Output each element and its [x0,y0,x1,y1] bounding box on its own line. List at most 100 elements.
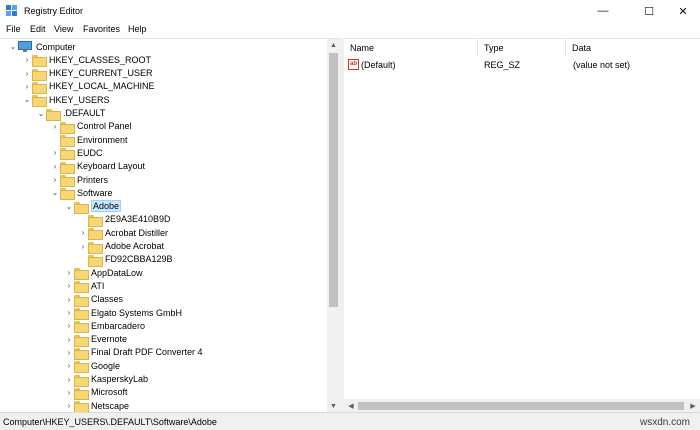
tree-node-label: Embarcadero [91,320,146,331]
collapse-chevron-icon[interactable]: › [64,308,74,317]
column-header-type[interactable]: Type [478,39,566,56]
tree-node[interactable]: ⌄ Computer [8,40,76,53]
tree-node-label: HKEY_CLASSES_ROOT [49,54,152,65]
tree-node[interactable]: › ATI [64,279,105,294]
folder-icon [60,161,75,174]
collapse-chevron-icon[interactable]: › [22,55,32,64]
status-bar: Computer\HKEY_USERS\.DEFAULT\Software\Ad… [0,412,700,430]
collapse-chevron-icon[interactable]: › [64,268,74,277]
tree-node[interactable]: Environment [50,133,128,148]
values-list[interactable]: Name Type Data ab (Default) REG_SZ (valu… [344,38,700,413]
string-value-icon: ab [348,59,359,70]
expand-chevron-icon[interactable]: ⌄ [8,42,18,51]
column-header-data[interactable]: Data [566,39,700,56]
expand-chevron-icon[interactable]: ⌄ [64,202,74,211]
collapse-chevron-icon[interactable]: › [50,148,60,157]
registry-editor-icon [6,5,17,16]
tree-node[interactable]: ⌄ .DEFAULT [36,107,105,121]
folder-icon [74,280,89,294]
expand-chevron-icon[interactable]: ⌄ [50,188,60,197]
folder-icon [74,334,89,347]
menu-edit[interactable]: Edit [29,24,47,34]
tree-node[interactable]: › Keyboard Layout [50,160,146,174]
collapse-chevron-icon[interactable]: › [64,348,74,357]
tree-node[interactable]: ⌄ HKEY_USERS [22,93,110,108]
tree-node-label: HKEY_CURRENT_USER [49,68,153,79]
tree-node[interactable]: › Final Draft PDF Converter 4 [64,346,203,360]
tree-node[interactable]: ⌄ Software [50,186,113,201]
tree-node[interactable]: › Printers [50,173,109,187]
collapse-chevron-icon[interactable]: › [78,228,88,237]
tree-node[interactable]: › Google [64,359,120,374]
collapse-chevron-icon[interactable]: › [78,242,88,251]
tree-node-label: Keyboard Layout [77,161,146,172]
tree-scroll-thumb[interactable] [329,53,338,307]
maximize-button[interactable]: ☐ [630,0,668,22]
tree-node[interactable]: ⌄ Adobe [64,200,122,214]
tree-node-label: Software [77,187,113,198]
collapse-chevron-icon[interactable]: › [22,82,32,91]
tree-node[interactable]: › HKEY_CURRENT_USER [22,67,153,81]
collapse-chevron-icon[interactable]: › [64,375,74,384]
tree-node-label: FD92CBBA129B [105,254,173,265]
tree-node[interactable]: › Elgato Systems GmbH [64,306,182,320]
collapse-chevron-icon[interactable]: › [64,335,74,344]
values-scroll-thumb[interactable] [358,402,684,410]
scroll-left-icon[interactable]: ◀ [344,399,358,413]
values-horizontal-scrollbar[interactable]: ◀ ▶ [344,399,700,413]
computer-icon [18,41,32,52]
menu-favorites[interactable]: Favorites [82,24,121,34]
tree-node[interactable]: › Embarcadero [64,319,146,334]
tree-node-label: ATI [91,280,105,291]
tree-node[interactable]: › HKEY_CLASSES_ROOT [22,53,152,68]
tree-node[interactable]: › Control Panel [50,120,132,134]
maximize-icon: ☐ [644,5,654,18]
folder-icon [74,320,89,334]
menu-help[interactable]: Help [127,24,148,34]
menu-view[interactable]: View [53,24,74,34]
folder-icon [74,374,89,387]
collapse-chevron-icon[interactable]: › [22,69,32,78]
expand-chevron-icon[interactable]: ⌄ [36,109,46,118]
title-bar: Registry Editor — ☐ ✕ [0,0,700,22]
tree-node[interactable]: › Netscape [64,399,129,412]
tree-node[interactable]: › EUDC [50,146,103,161]
scroll-right-icon[interactable]: ▶ [686,399,700,413]
collapse-chevron-icon[interactable]: › [64,361,74,370]
tree-node[interactable]: › Evernote [64,333,127,347]
scroll-down-icon[interactable]: ▼ [327,400,340,412]
folder-icon [46,108,61,121]
registry-tree[interactable]: ⌄ Computer › HKEY_CLASSES_ROOT › HKEY_CURRENT… [0,38,340,412]
tree-node[interactable]: › Acrobat Distiller [78,226,168,241]
close-button[interactable]: ✕ [664,0,700,22]
collapse-chevron-icon[interactable]: › [50,122,60,131]
collapse-chevron-icon[interactable]: › [64,281,74,290]
menu-bar: File Edit View Favorites Help [0,22,700,38]
collapse-chevron-icon[interactable]: › [50,175,60,184]
tree-node[interactable]: › Adobe Acrobat [78,240,164,254]
tree-node[interactable]: › AppDataLow [64,266,143,281]
tree-node[interactable]: › HKEY_LOCAL_MACHINE [22,80,155,94]
tree-vertical-scrollbar[interactable]: ▲ ▼ [327,39,340,412]
tree-node[interactable]: › KasperskyLab [64,373,148,387]
value-row-default[interactable]: ab (Default) [348,58,478,71]
collapse-chevron-icon[interactable]: › [50,162,60,171]
collapse-chevron-icon[interactable]: › [64,295,74,304]
tree-node-label: Classes [91,294,124,305]
tree-node[interactable]: 2E9A3E410B9D [78,213,171,227]
expand-chevron-icon[interactable]: ⌄ [22,95,32,104]
collapse-chevron-icon[interactable]: › [64,388,74,397]
collapse-chevron-icon[interactable]: › [64,321,74,330]
collapse-chevron-icon[interactable]: › [64,401,74,410]
current-key-path: Computer\HKEY_USERS\.DEFAULT\Software\Ad… [3,417,217,427]
column-header-name[interactable]: Name [344,39,478,56]
tree-node[interactable]: › Microsoft [64,386,128,400]
tree-node-label: AppDataLow [91,267,143,278]
tree-node-label: Printers [77,174,109,185]
menu-file[interactable]: File [5,24,22,34]
scroll-up-icon[interactable]: ▲ [327,39,340,52]
minimize-button[interactable]: — [584,0,622,22]
tree-node[interactable]: › Classes [64,293,124,307]
minimize-icon: — [597,5,609,17]
tree-node[interactable]: FD92CBBA129B [78,253,173,267]
